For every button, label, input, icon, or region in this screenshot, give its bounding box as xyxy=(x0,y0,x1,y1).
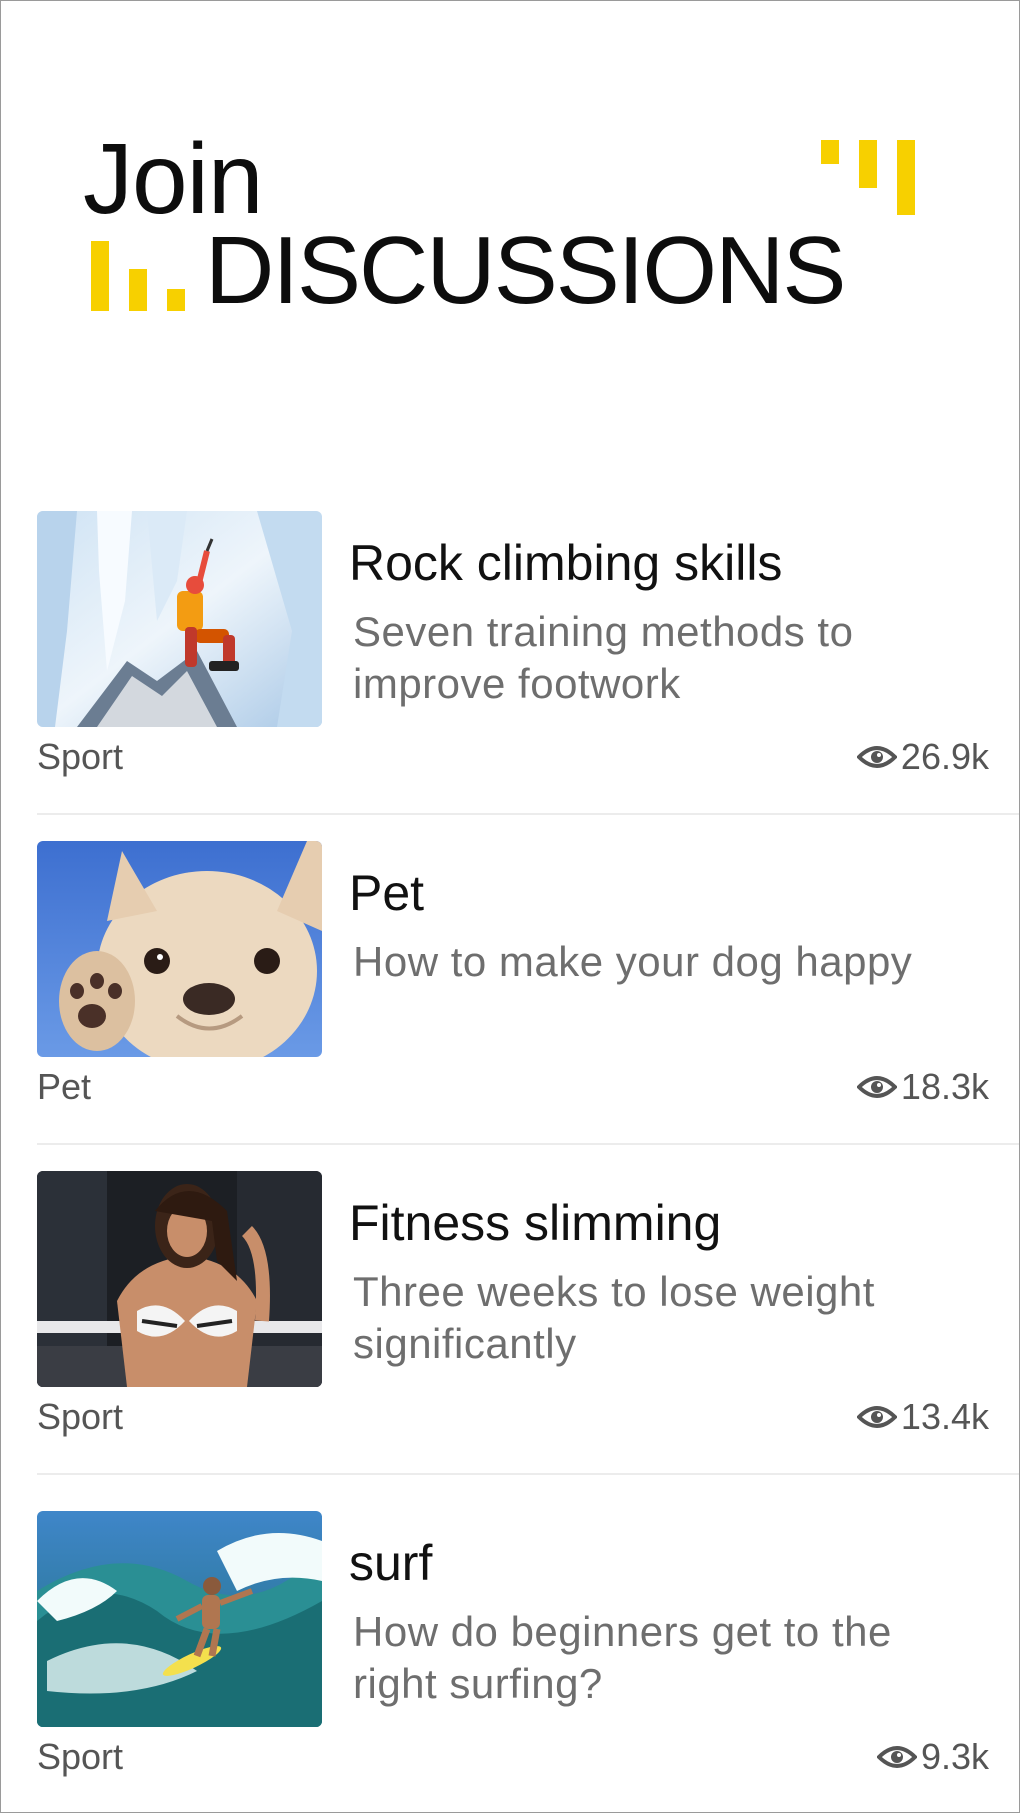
view-count-value: 18.3k xyxy=(900,1066,989,1107)
topic-description: How do beginners get to the right surfin… xyxy=(353,1608,892,1707)
topic-thumbnail[interactable] xyxy=(37,511,322,727)
topic-description: Three weeks to lose weight significantly xyxy=(353,1268,875,1367)
view-count: 13.4k xyxy=(856,1395,989,1439)
divider xyxy=(37,813,1019,815)
hero-title-join: Join xyxy=(83,123,263,235)
topic-thumbnail[interactable] xyxy=(37,1511,322,1727)
quote-mark-left-icon xyxy=(91,239,196,314)
eye-icon xyxy=(876,1746,917,1768)
eye-icon xyxy=(856,1406,897,1428)
view-count-value: 13.4k xyxy=(900,1396,989,1437)
hero-header: Join DISCUSSIONS xyxy=(1,1,1019,421)
topic-card-surf[interactable]: surf How do beginners get to the right s… xyxy=(1,1511,1019,1812)
view-count-value: 26.9k xyxy=(900,736,989,777)
eye-icon xyxy=(856,1076,897,1098)
topic-description: Seven training methods to improve footwo… xyxy=(353,608,854,707)
topic-title[interactable]: Rock climbing skills xyxy=(349,533,782,593)
view-count-value: 9.3k xyxy=(920,1736,989,1777)
ice-climber-photo xyxy=(37,511,322,727)
quote-mark-right-icon xyxy=(821,140,921,215)
topic-description: How to make your dog happy xyxy=(353,938,913,985)
topic-thumbnail[interactable] xyxy=(37,1171,322,1387)
topic-thumbnail[interactable] xyxy=(37,841,322,1057)
french-bulldog-photo xyxy=(37,841,322,1057)
divider xyxy=(37,1473,1019,1475)
topic-category: Pet xyxy=(37,1066,92,1107)
topic-category: Sport xyxy=(37,1396,124,1437)
topic-card-fitness[interactable]: Fitness slimming Three weeks to lose wei… xyxy=(1,1171,1019,1501)
topic-category: Sport xyxy=(37,736,124,777)
divider xyxy=(37,1143,1019,1145)
view-count: 18.3k xyxy=(856,1065,989,1109)
eye-icon xyxy=(856,746,897,768)
topic-card-pet[interactable]: Pet How to make your dog happy Pet 18.3k xyxy=(1,841,1019,1171)
topic-title[interactable]: surf xyxy=(349,1533,432,1593)
fitness-woman-photo xyxy=(37,1171,322,1387)
view-count: 26.9k xyxy=(856,735,989,779)
surfer-wave-photo xyxy=(37,1511,322,1727)
view-count: 9.3k xyxy=(876,1735,989,1779)
hero-title-discussions: DISCUSSIONS xyxy=(205,217,846,324)
topic-title[interactable]: Fitness slimming xyxy=(349,1193,721,1253)
topic-title[interactable]: Pet xyxy=(349,863,424,923)
topic-card-rock-climbing[interactable]: Rock climbing skills Seven training meth… xyxy=(1,511,1019,841)
app-screen: Join DISCUSSIONS Rock climbing skills Se… xyxy=(0,0,1020,1813)
topic-category: Sport xyxy=(37,1736,124,1777)
